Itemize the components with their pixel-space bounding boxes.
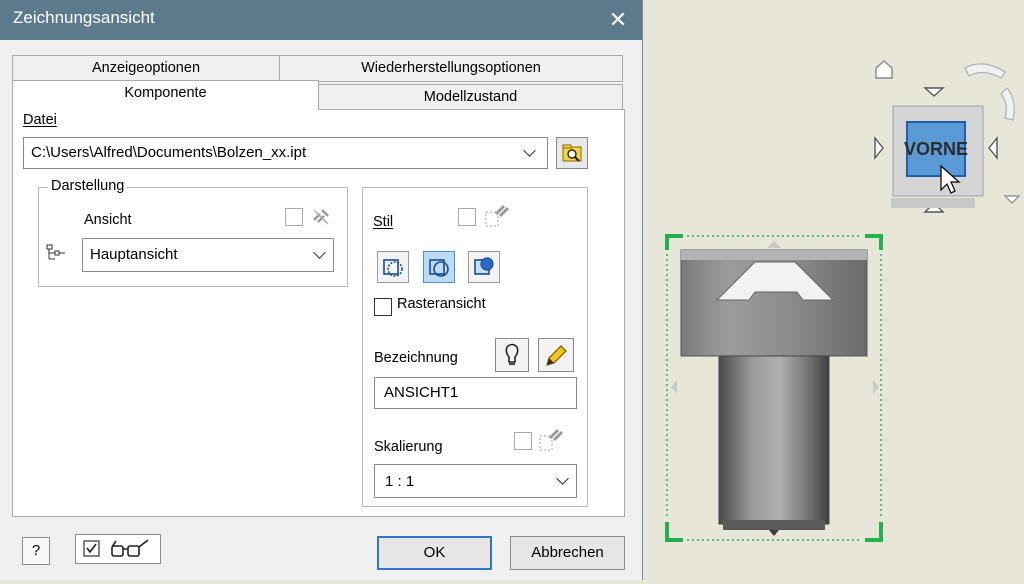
rasteransicht-checkbox[interactable]	[374, 298, 392, 316]
tab-komponente[interactable]: Komponente	[12, 80, 319, 110]
bezeichnung-value: ANSICHT1	[384, 384, 459, 401]
rotate-arrow-icon[interactable]	[1000, 87, 1015, 121]
rasteransicht-label: Rasteransicht	[397, 296, 486, 312]
selection-corner	[865, 522, 883, 542]
viewcube[interactable]: VORNE	[874, 60, 1021, 213]
ansicht-dropdown[interactable]: Hauptansicht	[82, 238, 334, 272]
ok-button[interactable]: OK	[377, 536, 492, 570]
link-disabled-icon	[484, 202, 512, 230]
shaded-icon	[474, 257, 494, 275]
hidden-lines-icon	[383, 259, 403, 277]
link-disabled-icon	[310, 206, 332, 226]
ansicht-label: Ansicht	[84, 212, 132, 228]
style-visible-lines-button[interactable]	[423, 251, 455, 283]
ansicht-associative-checkbox[interactable]	[285, 208, 303, 226]
title-bar[interactable]: Zeichnungsansicht ✕	[0, 0, 642, 40]
drawing-view-dialog: Zeichnungsansicht ✕ Anzeigeoptionen Wied…	[0, 0, 643, 580]
stil-associative-checkbox[interactable]	[458, 208, 476, 226]
drag-handle-right[interactable]	[873, 380, 879, 394]
style-shaded-button[interactable]	[468, 251, 500, 283]
bolt-tip	[723, 520, 825, 530]
chevron-down-icon[interactable]	[1003, 195, 1021, 204]
skalierung-associative-checkbox[interactable]	[514, 432, 532, 450]
tab-modellzustand[interactable]: Modellzustand	[318, 84, 623, 110]
ansicht-value: Hauptansicht	[90, 246, 178, 263]
help-icon: ?	[31, 542, 41, 559]
datei-combobox[interactable]: C:\Users\Alfred\Documents\Bolzen_xx.ipt	[23, 137, 548, 169]
darstellung-label: Darstellung	[48, 178, 128, 194]
bolt-shaft	[718, 355, 830, 525]
chevron-down-icon	[313, 246, 326, 259]
bezeichnung-input[interactable]: ANSICHT1	[374, 377, 577, 409]
selection-corner	[665, 234, 683, 250]
model-viewport[interactable]: VORNE	[643, 0, 1024, 580]
style-hidden-lines-button[interactable]	[377, 251, 409, 283]
bezeichnung-label: Bezeichnung	[374, 350, 458, 366]
bolt-tip-mark	[769, 530, 779, 536]
edit-label-button[interactable]	[538, 338, 574, 372]
selection-corner	[665, 522, 683, 542]
viewcube-face-label: VORNE	[904, 139, 968, 159]
viewport-canvas: VORNE	[665, 60, 1021, 542]
drag-handle-top[interactable]	[767, 241, 781, 248]
arrow-right-icon[interactable]	[988, 136, 998, 160]
lightbulb-icon	[505, 343, 519, 365]
datei-label: Datei	[23, 112, 57, 128]
arrow-left-icon[interactable]	[874, 136, 884, 160]
chevron-down-icon	[523, 144, 536, 157]
chevron-down-icon	[556, 472, 569, 485]
bolt-model[interactable]	[680, 249, 868, 536]
skalierung-value: 1 : 1	[385, 473, 415, 490]
home-icon[interactable]	[875, 60, 893, 79]
arrow-up-icon[interactable]	[923, 87, 945, 97]
pencil-icon	[546, 345, 567, 366]
skalierung-label: Skalierung	[374, 439, 443, 455]
skalierung-dropdown[interactable]: 1 : 1	[374, 464, 577, 498]
close-button[interactable]: ✕	[602, 4, 634, 36]
glasses-icon	[111, 539, 149, 557]
help-button[interactable]: ?	[22, 537, 50, 565]
cancel-button[interactable]: Abbrechen	[510, 536, 625, 570]
darstellung-group	[38, 187, 348, 287]
folder-open-icon	[562, 144, 582, 162]
tab-wiederherstellungsoptionen[interactable]: Wiederherstellungsoptionen	[279, 55, 623, 82]
drag-handle-left[interactable]	[671, 380, 677, 394]
toggle-label-visibility-button[interactable]	[495, 338, 529, 372]
link-disabled-icon	[538, 426, 566, 454]
viewcube-shadow	[891, 198, 975, 208]
browse-file-button[interactable]	[556, 137, 588, 169]
stil-label: Stil	[373, 214, 394, 230]
tab-anzeigeoptionen[interactable]: Anzeigeoptionen	[12, 55, 280, 82]
visible-lines-icon	[429, 259, 449, 277]
tree-view-icon	[45, 243, 67, 263]
datei-value: C:\Users\Alfred\Documents\Bolzen_xx.ipt	[31, 144, 307, 161]
rotate-arrow-icon[interactable]	[964, 63, 1006, 79]
selection-corner	[865, 234, 883, 250]
dialog-title: Zeichnungsansicht	[13, 8, 155, 27]
bolt-head-top	[681, 250, 867, 260]
preview-toggle-button[interactable]	[75, 534, 161, 564]
